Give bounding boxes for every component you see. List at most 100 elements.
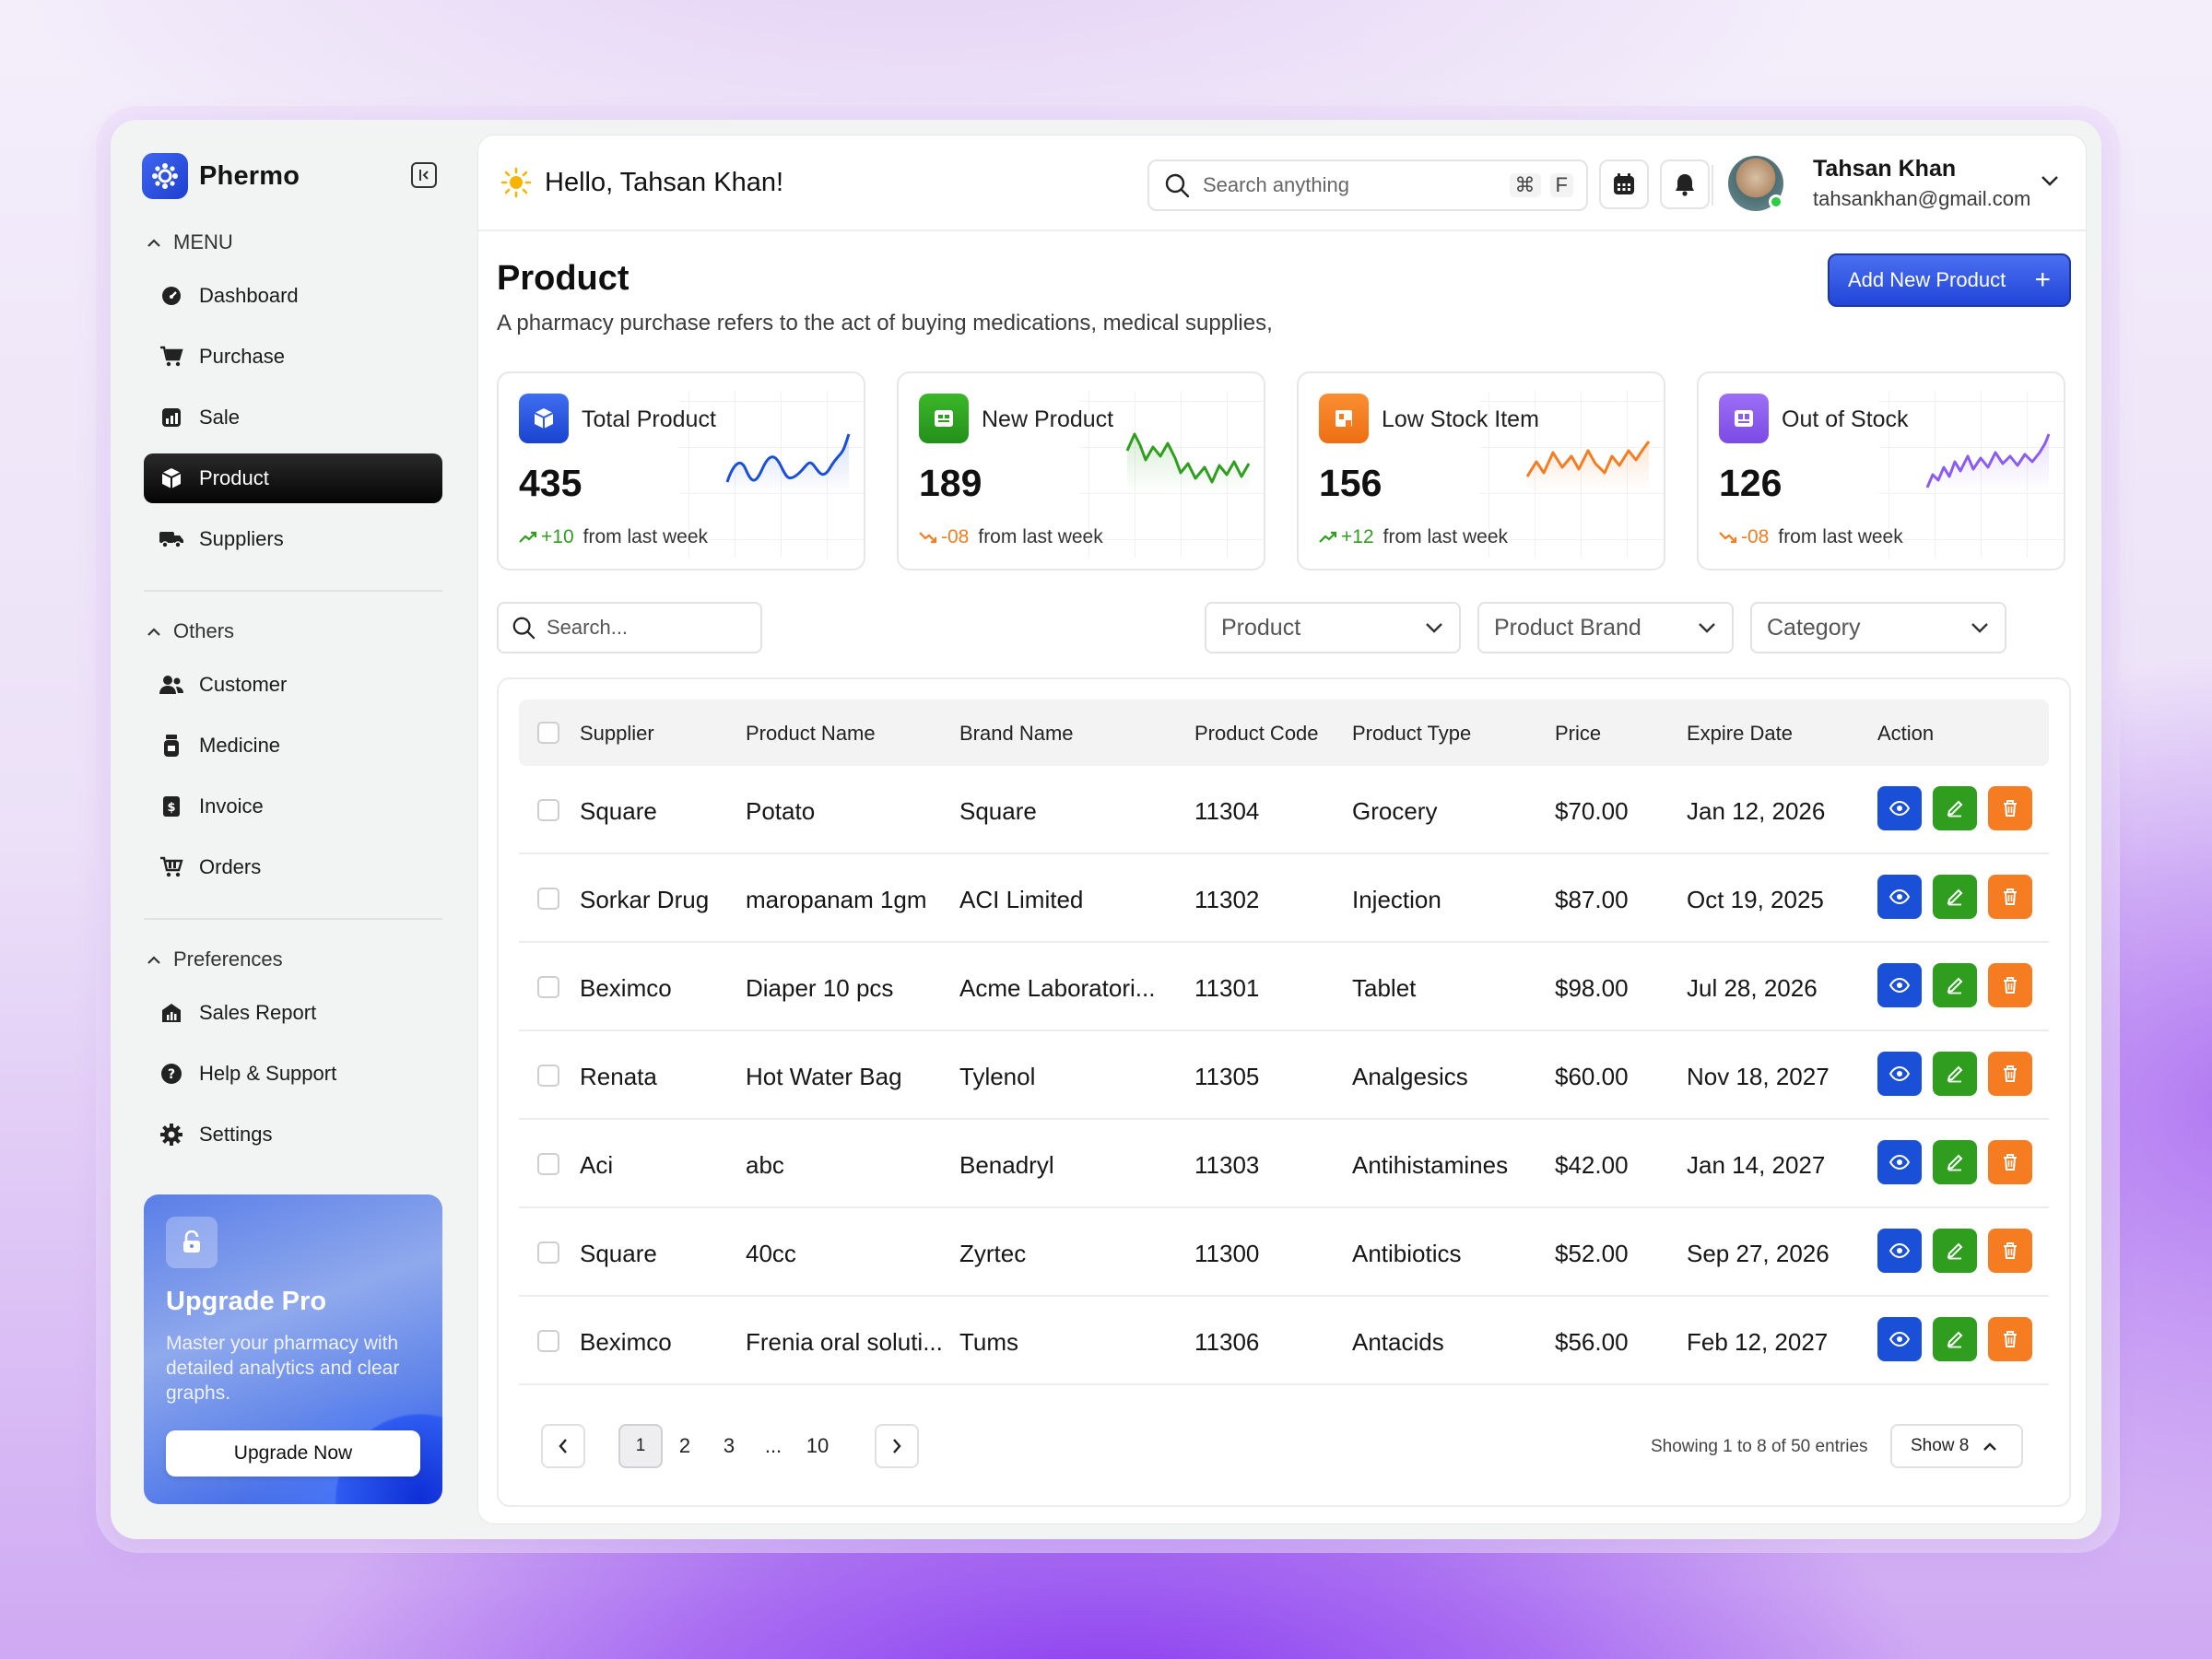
delete-button[interactable] — [1988, 1052, 2032, 1096]
column-header-product-code[interactable]: Product Code — [1194, 722, 1319, 746]
sidebar-item-dashboard[interactable]: Dashboard — [144, 271, 442, 321]
delete-button[interactable] — [1988, 1229, 2032, 1273]
chevron-down-icon[interactable] — [2040, 174, 2060, 187]
row-checkbox[interactable] — [537, 1153, 559, 1175]
view-button[interactable] — [1877, 1052, 1922, 1096]
dropdown-value: Product — [1221, 614, 1301, 641]
view-button[interactable] — [1877, 875, 1922, 919]
select-all-checkbox[interactable] — [537, 722, 559, 744]
delete-button[interactable] — [1988, 1140, 2032, 1184]
row-checkbox[interactable] — [537, 888, 559, 910]
column-header-supplier[interactable]: Supplier — [580, 722, 654, 746]
cell-price: $52.00 — [1555, 1240, 1629, 1267]
column-header-product-type[interactable]: Product Type — [1352, 722, 1471, 746]
edit-button[interactable] — [1933, 1140, 1977, 1184]
table-row: Aci abc Benadryl 11303 Antihistamines $42.00 J… — [519, 1120, 2049, 1208]
page-button-1[interactable]: 1 — [618, 1424, 663, 1468]
table-row: Beximco Diaper 10 pcs Acme Laboratori... 11… — [519, 943, 2049, 1031]
edit-button[interactable] — [1933, 1229, 1977, 1273]
column-header-price[interactable]: Price — [1555, 722, 1601, 746]
sidebar-item-help[interactable]: ? Help & Support — [144, 1049, 442, 1099]
sidebar-item-customer[interactable]: Customer — [144, 660, 442, 710]
pencil-icon — [1946, 1241, 1964, 1260]
sidebar-item-settings[interactable]: Settings — [144, 1110, 442, 1159]
collapse-sidebar-icon[interactable] — [411, 162, 437, 188]
delete-button[interactable] — [1988, 963, 2032, 1007]
add-new-product-button[interactable]: Add New Product + — [1828, 253, 2071, 307]
chevron-up-icon — [147, 956, 160, 964]
edit-button[interactable] — [1933, 1317, 1977, 1361]
column-header-brand-name[interactable]: Brand Name — [959, 722, 1074, 746]
product-dropdown[interactable]: Product — [1205, 602, 1461, 653]
edit-button[interactable] — [1933, 1052, 1977, 1096]
page-ellipsis: ... — [764, 1434, 782, 1457]
cell-supplier: Sorkar Drug — [580, 886, 710, 913]
upgrade-now-button[interactable]: Upgrade Now — [166, 1430, 420, 1477]
cell-product-name: Hot Water Bag — [746, 1063, 902, 1090]
sidebar-item-orders[interactable]: Orders — [144, 842, 442, 892]
user-name: Tahsan Khan — [1813, 156, 1957, 182]
previous-page-button[interactable] — [541, 1424, 585, 1468]
dropdown-value: Product Brand — [1494, 614, 1641, 641]
global-search-input[interactable]: Search anything ⌘ F — [1147, 159, 1588, 211]
page-button-3[interactable]: 3 — [707, 1424, 751, 1468]
trend-up-icon — [519, 531, 537, 543]
table-search-input[interactable]: Search... — [497, 602, 762, 653]
edit-button[interactable] — [1933, 963, 1977, 1007]
page-button-2[interactable]: 2 — [663, 1424, 707, 1468]
page-size-select[interactable]: Show 8 — [1890, 1424, 2023, 1468]
view-button[interactable] — [1877, 963, 1922, 1007]
cell-product-type: Analgesics — [1352, 1063, 1468, 1090]
next-page-button[interactable] — [875, 1424, 919, 1468]
delete-button[interactable] — [1988, 1317, 2032, 1361]
sidebar-item-label: Medicine — [199, 734, 281, 757]
preferences-section-toggle[interactable]: Preferences — [146, 947, 283, 971]
row-checkbox[interactable] — [537, 976, 559, 998]
menu-section-toggle[interactable]: MENU — [146, 230, 233, 254]
product-brand-dropdown[interactable]: Product Brand — [1477, 602, 1734, 653]
cell-expire-date: Jan 12, 2026 — [1687, 797, 1826, 825]
column-header-product-name[interactable]: Product Name — [746, 722, 876, 746]
trash-icon — [2002, 1330, 2018, 1348]
stat-value: 435 — [519, 462, 582, 504]
view-button[interactable] — [1877, 1317, 1922, 1361]
cell-brand-name: Acme Laboratori... — [959, 974, 1156, 1002]
delete-button[interactable] — [1988, 875, 2032, 919]
svg-text:?: ? — [168, 1067, 175, 1082]
greeting: Hello, Tahsan Khan! — [500, 167, 783, 198]
orders-cart-icon — [159, 854, 184, 880]
sidebar-item-medicine[interactable]: Medicine — [144, 721, 442, 771]
calendar-button[interactable] — [1599, 159, 1649, 209]
notification-button[interactable] — [1660, 159, 1710, 209]
avatar[interactable] — [1728, 156, 1783, 211]
view-button[interactable] — [1877, 1229, 1922, 1273]
brand[interactable]: Phermo — [142, 153, 300, 199]
page-button-10[interactable]: 10 — [795, 1424, 840, 1468]
sidebar-item-invoice[interactable]: $ Invoice — [144, 782, 442, 831]
box-icon — [159, 465, 184, 491]
edit-button[interactable] — [1933, 786, 1977, 830]
row-checkbox[interactable] — [537, 1065, 559, 1087]
view-button[interactable] — [1877, 1140, 1922, 1184]
cell-product-name: Frenia oral soluti... — [746, 1328, 943, 1356]
sidebar-item-product[interactable]: Product — [144, 453, 442, 503]
row-checkbox[interactable] — [537, 799, 559, 821]
sidebar-item-sales-report[interactable]: Sales Report — [144, 988, 442, 1038]
pencil-icon — [1946, 1065, 1964, 1083]
sidebar-item-suppliers[interactable]: Suppliers — [144, 514, 442, 564]
sidebar-item-sale[interactable]: Sale — [144, 393, 442, 442]
row-checkbox[interactable] — [537, 1330, 559, 1352]
row-checkbox[interactable] — [537, 1241, 559, 1264]
column-header-expire-date[interactable]: Expire Date — [1687, 722, 1793, 746]
sidebar-divider — [144, 590, 442, 592]
cell-product-code: 11300 — [1194, 1240, 1260, 1267]
brand-name: Phermo — [199, 160, 300, 191]
delete-button[interactable] — [1988, 786, 2032, 830]
sidebar-item-purchase[interactable]: Purchase — [144, 332, 442, 382]
table-header: Supplier Product Name Brand Name Product… — [519, 700, 2049, 766]
sidebar-item-label: Orders — [199, 855, 262, 878]
category-dropdown[interactable]: Category — [1750, 602, 2006, 653]
view-button[interactable] — [1877, 786, 1922, 830]
others-section-toggle[interactable]: Others — [146, 619, 234, 643]
edit-button[interactable] — [1933, 875, 1977, 919]
